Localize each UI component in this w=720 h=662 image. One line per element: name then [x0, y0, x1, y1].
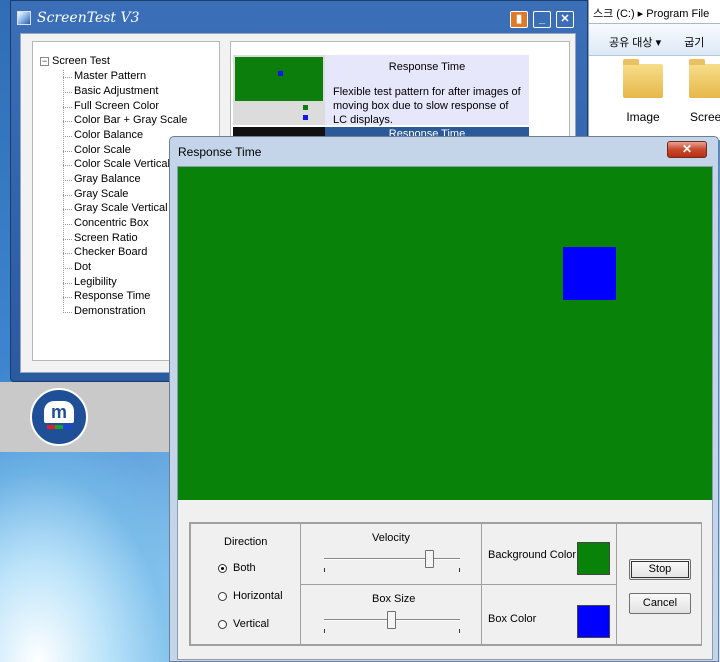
tick-mark: [459, 629, 460, 633]
dialog-title: Response Time: [178, 145, 262, 159]
box-size-slider[interactable]: [387, 611, 396, 629]
velocity-label: Velocity: [372, 532, 410, 544]
tick-mark: [324, 629, 325, 633]
background-color-label: Background Color: [488, 549, 577, 561]
radio-both[interactable]: [218, 564, 227, 573]
velocity-group: Velocity: [300, 523, 482, 585]
tick-mark: [459, 568, 460, 572]
logo-mark: m: [44, 401, 74, 423]
tick-mark: [324, 568, 325, 572]
direction-group: Direction Both Horizontal Vertical: [190, 523, 301, 645]
stop-button[interactable]: Stop: [629, 559, 691, 580]
close-icon[interactable]: ✕: [667, 141, 707, 158]
background-color-swatch[interactable]: [577, 542, 610, 575]
velocity-track[interactable]: [324, 558, 460, 560]
radio-vertical-label[interactable]: Vertical: [233, 618, 269, 630]
share-with-button[interactable]: 공유 대상 ▾: [609, 37, 661, 49]
explorer-toolbar: 공유 대상 ▾ 굽기: [589, 24, 720, 56]
folder-icon[interactable]: [689, 59, 720, 98]
test-canvas: [178, 167, 712, 500]
action-buttons-group: Stop Cancel: [616, 523, 702, 645]
response-time-dialog: Response Time ✕ Direction Both Horizonta…: [169, 136, 719, 662]
radio-vertical[interactable]: [218, 620, 227, 629]
close-button[interactable]: ✕: [556, 11, 574, 28]
folder-icon[interactable]: [623, 59, 663, 98]
minimize-button[interactable]: _: [533, 11, 551, 28]
collapse-icon[interactable]: −: [40, 56, 49, 66]
window-title: ScreenTest V3: [37, 10, 140, 26]
box-color-swatch[interactable]: [577, 605, 610, 638]
velocity-slider[interactable]: [425, 550, 435, 568]
info-icon[interactable]: ▮: [510, 11, 528, 28]
address-bar[interactable]: 스크 (C:) ▸ Program File: [589, 0, 720, 24]
radio-horizontal-label[interactable]: Horizontal: [233, 590, 283, 602]
tree-root[interactable]: − Screen Test: [40, 55, 110, 67]
box-size-group: Box Size: [300, 584, 482, 645]
box-size-label: Box Size: [372, 593, 416, 605]
background-color-group: Background Color: [481, 523, 617, 585]
app-icon: [17, 11, 31, 25]
preview-card-description: Flexible test pattern for after images o…: [333, 86, 521, 126]
dialog-client: Direction Both Horizontal Vertical Veloc…: [177, 166, 713, 660]
burn-button[interactable]: 굽기: [684, 37, 704, 49]
preview-card[interactable]: Response Time Flexible test pattern for …: [233, 55, 529, 126]
cancel-button[interactable]: Cancel: [629, 593, 691, 614]
radio-horizontal[interactable]: [218, 592, 227, 601]
box-color-group: Box Color: [481, 584, 617, 645]
tree-root-label: Screen Test: [52, 55, 110, 67]
preview-thumbnail: [233, 55, 325, 125]
controls-panel: Direction Both Horizontal Vertical Veloc…: [189, 522, 702, 646]
folder-label[interactable]: Image: [613, 110, 673, 124]
preview-card-title: Response Time: [388, 61, 466, 73]
moving-box: [563, 247, 616, 300]
file-explorer-window: 스크 (C:) ▸ Program File 공유 대상 ▾ 굽기 Image …: [588, 0, 720, 140]
logo-color-bars: [47, 425, 71, 429]
direction-label: Direction: [224, 536, 268, 548]
desktop-wallpaper-swoosh: [0, 440, 190, 662]
folder-label[interactable]: Screen: [679, 110, 720, 124]
radio-both-label[interactable]: Both: [233, 562, 256, 574]
box-color-label: Box Color: [488, 613, 537, 625]
file-list: Image Screen: [589, 56, 720, 140]
